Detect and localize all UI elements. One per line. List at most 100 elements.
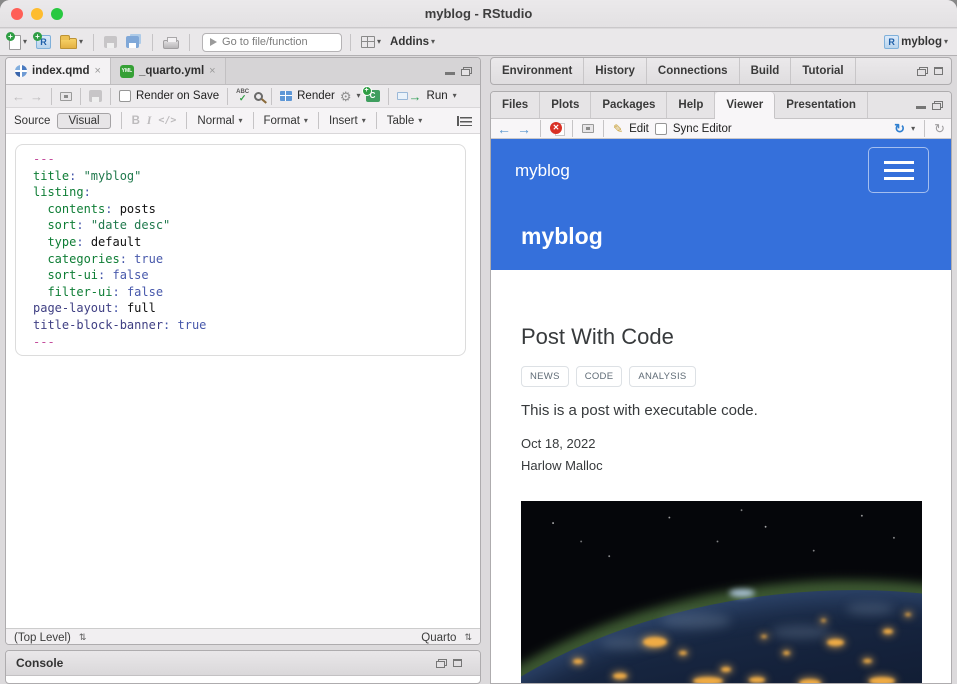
separator [572,120,573,137]
yaml-metadata-block[interactable]: ---title: "myblog"listing: contents: pos… [15,144,466,356]
table-menu[interactable]: Table ▾ [387,115,423,127]
insert-chunk-icon[interactable]: C [366,90,380,102]
back-icon[interactable]: ← [12,90,25,103]
find-replace-icon[interactable] [254,92,263,101]
separator [271,88,272,105]
category-badge[interactable]: ANALYSIS [629,366,695,387]
forward-icon[interactable]: → [30,90,43,103]
site-banner-title: myblog [521,223,603,250]
chevron-down-icon: ▾ [238,117,242,125]
run-arrow-icon: → [409,90,422,103]
tab-build[interactable]: Build [740,58,792,84]
open-folder-icon [60,38,77,49]
restore-pane-icon[interactable] [932,101,943,110]
print-button[interactable] [161,34,181,51]
pane-layout-button[interactable]: ▾ [359,34,383,50]
save-all-button[interactable] [124,34,144,50]
edit-button[interactable]: Edit [629,123,649,135]
tab-plots[interactable]: Plots [540,92,591,118]
new-project-button[interactable]: R [34,33,53,51]
editor-canvas[interactable]: ---title: "myblog"listing: contents: pos… [6,134,480,628]
tab-files[interactable]: Files [491,92,540,118]
rstudio-window: myblog - RStudio ▾ R ▾ [0,0,957,684]
chevron-down-icon: ▾ [431,38,435,46]
separator [121,112,122,129]
chevron-down-icon[interactable]: ▾ [357,92,361,100]
tab-environment[interactable]: Environment [491,58,584,84]
visual-mode-button[interactable]: Visual [57,113,110,129]
insert-menu[interactable]: Insert ▾ [329,115,366,127]
code-button[interactable]: </> [158,115,176,126]
forward-icon[interactable]: → [517,122,531,136]
edit-pencil-icon[interactable]: ✎ [613,123,623,135]
run-button[interactable]: Run [427,90,448,102]
refresh-icon[interactable]: ↻ [934,122,945,135]
tab-help[interactable]: Help [667,92,715,118]
render-button[interactable]: Render [297,90,335,102]
horizon-highlight [729,589,755,597]
project-menu[interactable]: R myblog ▾ [882,33,950,51]
file-type-selector[interactable]: Quarto ⇅ [421,632,472,644]
chevron-down-icon[interactable]: ▾ [453,92,457,100]
restore-pane-icon[interactable] [917,67,928,76]
source-mode-button[interactable]: Source [14,115,50,127]
project-icon: R [884,35,899,49]
maximize-pane-icon[interactable] [934,67,943,75]
tab-history[interactable]: History [584,58,647,84]
tab-tutorial[interactable]: Tutorial [791,58,855,84]
tab-index-qmd[interactable]: index.qmd × [6,58,111,84]
hamburger-menu-button[interactable] [868,147,929,193]
save-button[interactable] [102,34,119,50]
goto-file-search[interactable] [202,33,342,52]
sync-icon[interactable]: ↻ [894,122,905,135]
tab-packages[interactable]: Packages [591,92,667,118]
tab-presentation[interactable]: Presentation [775,92,868,118]
chevron-down-icon[interactable]: ▾ [911,125,915,133]
render-on-save-checkbox[interactable] [119,90,131,102]
save-icon[interactable] [89,90,102,102]
tab-connections[interactable]: Connections [647,58,740,84]
addins-label: Addins [390,36,429,48]
restore-pane-icon[interactable] [436,659,447,668]
spellcheck-icon[interactable]: ABC ✓ [236,89,249,103]
separator [189,34,190,51]
format-menu[interactable]: Format ▾ [264,115,308,127]
site-navbar-brand[interactable]: myblog [515,161,570,181]
bold-button[interactable]: B [132,115,140,127]
files-pane: Files Plots Packages Help Viewer Present… [490,91,952,684]
render-icon[interactable] [280,91,292,101]
outline-toggle-icon[interactable] [460,116,472,126]
close-icon[interactable]: × [95,65,101,77]
back-icon[interactable]: ← [497,122,511,136]
scope-selector[interactable]: (Top Level) ⇅ [14,632,86,644]
separator [93,34,94,51]
tab-viewer[interactable]: Viewer [715,92,775,119]
minimize-pane-icon[interactable] [916,106,926,109]
clear-viewer-icon[interactable]: ✕ [550,122,563,135]
sync-editor-checkbox[interactable] [655,123,667,135]
addins-menu[interactable]: Addins ▾ [388,34,437,50]
new-file-button[interactable]: ▾ [7,33,29,52]
category-badge[interactable]: NEWS [521,366,569,387]
gear-icon[interactable]: ⚙ [340,90,352,103]
separator [603,120,604,137]
pane-header-icons [916,92,951,118]
open-file-button[interactable]: ▾ [58,33,85,51]
minimize-pane-icon[interactable] [445,72,455,75]
new-project-icon: R [36,35,51,49]
maximize-pane-icon[interactable] [453,659,462,667]
console-header[interactable]: Console [6,651,480,676]
goto-file-input[interactable] [222,36,332,48]
tab-quarto-yml[interactable]: YML _quarto.yml × [111,58,226,84]
editor-tabbar: index.qmd × YML _quarto.yml × [6,58,480,85]
italic-button[interactable]: I [147,115,151,127]
open-in-new-window-icon[interactable] [60,92,72,101]
separator [350,34,351,51]
restore-pane-icon[interactable] [461,67,472,76]
category-badge[interactable]: CODE [576,366,623,387]
viewer-toolbar: ← → ✕ ✎ Edit Sync Editor ↻ ▾ ↻ [491,119,951,139]
pane-layout-icon [361,36,375,48]
open-in-new-window-icon[interactable] [582,124,594,133]
close-icon[interactable]: × [209,65,215,77]
paragraph-style-dropdown[interactable]: Normal ▾ [197,115,242,127]
